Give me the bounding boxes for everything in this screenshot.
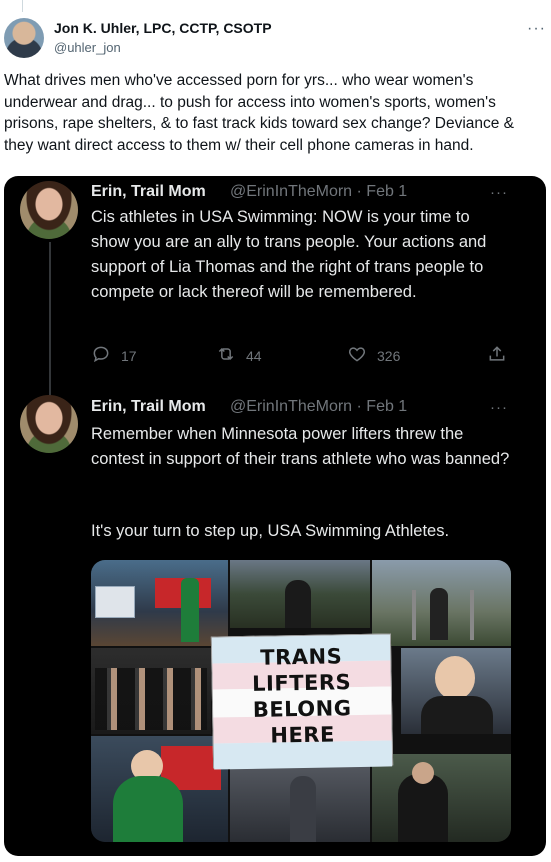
quoted-author-handle[interactable]: @ErinInTheMorn · Feb 1 bbox=[230, 398, 407, 416]
thread-connector-line bbox=[22, 0, 23, 12]
more-options-icon[interactable]: ··· bbox=[527, 20, 546, 38]
retweet-icon bbox=[216, 344, 236, 367]
reply-icon bbox=[91, 344, 111, 367]
retweet-button[interactable]: 44 bbox=[216, 344, 262, 367]
reply-count: 17 bbox=[121, 347, 137, 364]
trans-flag-banner: TRANS LIFTERS BELONG HERE bbox=[210, 633, 394, 770]
tweet-container: Jon K. Uhler, LPC, CCTP, CSOTP @uhler_jo… bbox=[0, 0, 551, 862]
quoted-author-name[interactable]: Erin, Trail Mom bbox=[91, 398, 206, 416]
heart-icon bbox=[347, 344, 367, 367]
quoted-date: · Feb 1 bbox=[356, 398, 408, 415]
retweet-count: 44 bbox=[246, 347, 262, 364]
quoted-handle-text: @ErinInTheMorn bbox=[230, 183, 353, 200]
quoted-author-name[interactable]: Erin, Trail Mom bbox=[91, 183, 206, 201]
share-button[interactable] bbox=[487, 344, 507, 367]
quoted-author-handle[interactable]: @ErinInTheMorn · Feb 1 bbox=[230, 183, 407, 201]
quoted-thread-card[interactable]: Erin, Trail Mom @ErinInTheMorn · Feb 1 ·… bbox=[4, 176, 546, 856]
quoted-tweet-text: Cis athletes in USA Swimming: NOW is you… bbox=[91, 208, 487, 301]
collage-photo[interactable] bbox=[372, 560, 511, 646]
author-handle[interactable]: @uhler_jon bbox=[54, 40, 121, 55]
like-button[interactable]: 326 bbox=[347, 344, 400, 367]
collage-photo[interactable] bbox=[372, 754, 511, 842]
tweet-text: What drives men who've accessed porn for… bbox=[4, 72, 515, 154]
avatar[interactable] bbox=[4, 18, 44, 58]
flag-slogan: TRANS LIFTERS BELONG HERE bbox=[251, 644, 352, 748]
collage-photo[interactable] bbox=[91, 560, 228, 646]
collage-photo[interactable] bbox=[91, 648, 211, 734]
reply-button[interactable]: 17 bbox=[91, 344, 137, 367]
more-options-icon[interactable]: ··· bbox=[490, 399, 508, 416]
quoted-date: · Feb 1 bbox=[356, 183, 408, 200]
collage-photo[interactable] bbox=[91, 736, 228, 842]
share-icon bbox=[487, 344, 507, 367]
quoted-avatar[interactable] bbox=[20, 181, 78, 239]
quoted-tweet-text-secondary: It's your turn to step up, USA Swimming … bbox=[91, 522, 450, 540]
quoted-tweet-text: Remember when Minnesota power lifters th… bbox=[91, 425, 510, 468]
author-name[interactable]: Jon K. Uhler, LPC, CCTP, CSOTP bbox=[54, 20, 272, 36]
like-count: 326 bbox=[377, 347, 401, 364]
quoted-handle-text: @ErinInTheMorn bbox=[230, 398, 353, 415]
collage-photo[interactable] bbox=[230, 560, 370, 628]
collage-photo[interactable] bbox=[401, 648, 511, 734]
more-options-icon[interactable]: ··· bbox=[490, 184, 508, 201]
quoted-avatar[interactable] bbox=[20, 395, 78, 453]
